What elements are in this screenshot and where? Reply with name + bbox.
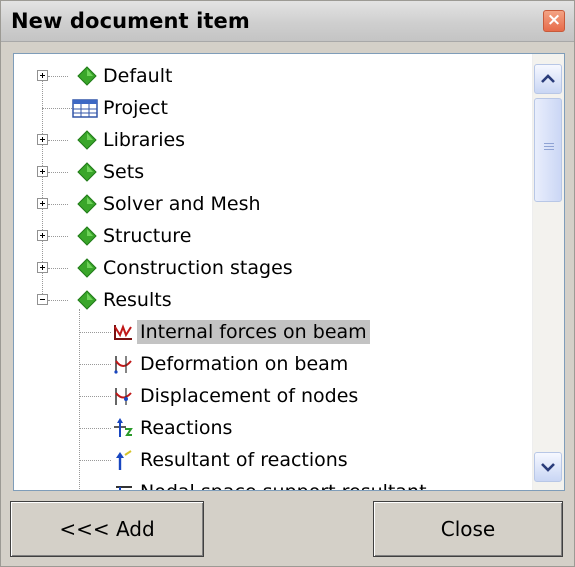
diamond-icon [76, 225, 98, 247]
tree-guide-line [48, 204, 68, 206]
tree-item[interactable]: Results [14, 285, 532, 315]
support-icon [112, 481, 134, 490]
diamond-icon [76, 129, 98, 151]
tree-guide-line [48, 268, 68, 270]
tree-item-label: Solver and Mesh [103, 193, 261, 215]
tree-item-label: Nodal space support resultant [137, 480, 430, 490]
tree-item-label: Displacement of nodes [140, 385, 359, 407]
tree-item[interactable]: Construction stages [14, 253, 532, 283]
close-button[interactable]: Close [373, 501, 563, 557]
table-icon [72, 97, 98, 119]
tree-item[interactable]: Deformation on beam [14, 349, 532, 379]
diamond-icon [76, 257, 98, 279]
tree-item[interactable]: Reactions [14, 413, 532, 443]
reactions-icon [112, 417, 134, 439]
tree-item[interactable]: Internal forces on beam [14, 317, 532, 347]
expand-icon[interactable] [37, 70, 48, 81]
tree-item-label: Sets [103, 161, 145, 183]
tree-item[interactable]: Displacement of nodes [14, 381, 532, 411]
diamond-icon [76, 65, 98, 87]
tree-item-label: Internal forces on beam [137, 320, 370, 344]
scroll-down-button[interactable] [534, 452, 562, 482]
tree-item-label: Project [103, 97, 169, 119]
expand-icon[interactable] [37, 198, 48, 209]
tree-item-label: Libraries [103, 129, 186, 151]
tree-item-label: Reactions [140, 417, 233, 439]
tree-guide-line [48, 140, 68, 142]
tree-guide-line [48, 236, 68, 238]
diamond-icon [76, 161, 98, 183]
expand-icon[interactable] [37, 134, 48, 145]
tree-item[interactable]: Project [14, 93, 532, 123]
tree-guide-line [79, 428, 111, 430]
scroll-up-button[interactable] [534, 64, 562, 94]
tree-guide-line [79, 460, 111, 462]
tree-list: Default Project Libraries Sets Solver and Me… [14, 54, 532, 490]
chevron-down-icon [541, 463, 555, 472]
expand-icon[interactable] [37, 166, 48, 177]
chevron-up-icon [541, 74, 555, 83]
collapse-icon[interactable] [37, 294, 48, 305]
tree-item[interactable]: Sets [14, 157, 532, 187]
tree-guide-line [48, 172, 68, 174]
internal-forces-icon [112, 321, 134, 343]
dialog-window: New document item × Default Project Librar… [0, 0, 575, 567]
expand-icon[interactable] [37, 262, 48, 273]
scroll-thumb[interactable] [534, 98, 562, 202]
diamond-icon [76, 289, 98, 311]
tree-item-label: Structure [103, 225, 192, 247]
diamond-icon [76, 193, 98, 215]
tree-item[interactable]: Structure [14, 221, 532, 251]
tree-guide-line [79, 396, 111, 398]
dialog-title: New document item [11, 9, 250, 33]
add-button[interactable]: <<< Add [10, 501, 204, 557]
tree-guide-line [79, 364, 111, 366]
title-bar[interactable]: New document item × [1, 1, 574, 42]
tree-item-label: Default [103, 65, 173, 87]
tree-view: Default Project Libraries Sets Solver and Me… [13, 53, 565, 491]
tree-item-label: Results [103, 289, 172, 311]
deformation-icon [112, 353, 134, 375]
vertical-scrollbar[interactable] [532, 54, 564, 490]
expand-icon[interactable] [37, 230, 48, 241]
displacement-icon [112, 385, 134, 407]
tree-item-label: Deformation on beam [140, 353, 349, 375]
close-icon[interactable]: × [543, 10, 565, 32]
tree-item[interactable]: Libraries [14, 125, 532, 155]
tree-guide-line [48, 300, 68, 302]
tree-guide-line [42, 108, 72, 110]
tree-item[interactable]: Default [14, 61, 532, 91]
tree-item-label: Construction stages [103, 257, 293, 279]
tree-item-label: Resultant of reactions [140, 449, 348, 471]
tree-item[interactable]: Resultant of reactions [14, 445, 532, 475]
resultant-icon [112, 449, 134, 471]
tree-guide-line [48, 76, 68, 78]
tree-guide-line [79, 332, 111, 334]
grip-icon [544, 143, 554, 144]
tree-item[interactable]: Nodal space support resultant [14, 477, 532, 490]
tree-item[interactable]: Solver and Mesh [14, 189, 532, 219]
